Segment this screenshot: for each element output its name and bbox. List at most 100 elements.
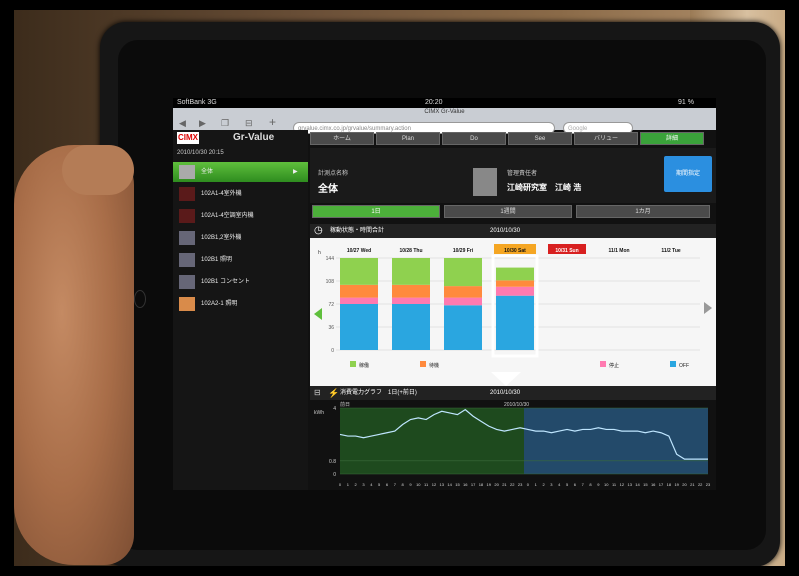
page-title: CIMX Gr-Value	[424, 109, 465, 115]
sidebar-item-102a1-4-indoor[interactable]: 102A1-4空調室内機	[173, 206, 308, 226]
x-tick-label: 13	[627, 482, 632, 487]
y-tick-label: 108	[326, 279, 335, 285]
tabs-icon[interactable]: ❐	[221, 116, 229, 130]
day-label: 10/27 Wed	[347, 248, 371, 254]
sidebar-item-102b1-2-outdoor[interactable]: 102B1,2室外機	[173, 228, 308, 248]
forward-icon[interactable]: ▶	[199, 116, 206, 130]
y-axis-unit: h	[318, 250, 321, 256]
x-tick-label: 20	[494, 482, 499, 487]
legend-label: 停止	[609, 362, 619, 369]
back-icon[interactable]: ◀	[179, 116, 186, 130]
clock: 20:20	[425, 99, 443, 106]
tab-value[interactable]: バリュー	[574, 132, 638, 145]
range-1day[interactable]: 1日	[312, 205, 440, 218]
range-1month[interactable]: 1カ月	[576, 205, 710, 218]
x-tick-label: 21	[690, 482, 695, 487]
x-tick-label: 22	[698, 482, 703, 487]
sidebar-item-102b1-lighting[interactable]: 102B1 照明	[173, 250, 308, 270]
equipment-thumbnail	[179, 297, 195, 311]
tab-do[interactable]: Do	[442, 132, 506, 145]
equipment-thumbnail	[179, 187, 195, 201]
day-label: 11/2 Tue	[661, 248, 681, 254]
x-tick-label: 16	[463, 482, 468, 487]
collapse-icon[interactable]: ⊟	[314, 386, 321, 400]
bar-segment	[340, 284, 378, 298]
day-label: 10/28 Thu	[399, 248, 422, 254]
home-button[interactable]	[134, 290, 146, 308]
avatar	[179, 165, 195, 179]
day-label: 10/31 Sun	[555, 248, 578, 254]
bar-segment	[444, 286, 482, 298]
bar-segment	[392, 258, 430, 285]
thumb	[62, 145, 134, 195]
sidebar-item-label: 102A1-4空調室内機	[201, 213, 254, 219]
range-1week[interactable]: 1週間	[444, 205, 572, 218]
legend-label: OFF	[679, 363, 689, 369]
equipment-thumbnail	[179, 253, 195, 267]
tab-home[interactable]: ホーム	[310, 132, 374, 145]
x-tick-label: 10	[604, 482, 609, 487]
frame-border	[0, 0, 799, 10]
day-label: 11/1 Mon	[608, 248, 629, 254]
x-tick-label: 12	[620, 482, 625, 487]
carrier-label: SoftBank 3G	[177, 99, 217, 106]
x-tick-label: 20	[682, 482, 687, 487]
legend-swatch	[420, 361, 426, 367]
sidebar-item-label: 102A1-4室外機	[201, 191, 242, 197]
status-panel-date: 2010/10/30	[490, 228, 521, 234]
sidebar-item-102a1-4-outdoor[interactable]: 102A1-4室外機	[173, 184, 308, 204]
current-day-label: 2010/10/30	[504, 402, 529, 408]
bar-segment	[340, 304, 378, 350]
sidebar-item-label: 全体	[201, 169, 214, 175]
lightning-icon: ⚡	[328, 388, 340, 398]
equipment-thumbnail	[179, 231, 195, 245]
point-name-value: 全体	[318, 184, 338, 195]
x-tick-label: 21	[502, 482, 507, 487]
bar-segment	[496, 280, 534, 287]
tab-plan[interactable]: Plan	[376, 132, 440, 145]
status-chart: 0 36 72 108 144 h 10/27 Wed 10/28 Thu 10/29 Fri 1…	[310, 238, 716, 386]
period-button[interactable]: 期間指定	[664, 156, 712, 192]
bookmarks-icon[interactable]: ⊟	[245, 116, 253, 130]
bar-segment	[392, 297, 430, 304]
y-tick-label: 0.8	[329, 459, 336, 465]
power-panel-date: 2010/10/30	[490, 390, 521, 396]
tab-detail[interactable]: 詳細	[640, 132, 704, 145]
bar-segment	[444, 297, 482, 306]
sidebar-item-all[interactable]: 全体 ▶	[173, 162, 308, 182]
x-tick-label: 14	[447, 482, 452, 487]
day-label: 10/29 Fri	[453, 248, 474, 254]
sidebar-item-102b1-outlet[interactable]: 102B1 コンセント	[173, 272, 308, 292]
x-tick-label: 13	[440, 482, 445, 487]
frame-border	[0, 0, 14, 576]
x-tick-label: 22	[510, 482, 515, 487]
equipment-thumbnail	[179, 275, 195, 289]
legend-swatch	[350, 361, 356, 367]
x-tick-label: 14	[635, 482, 640, 487]
sidebar-item-label: 102A2-1 照明	[201, 301, 238, 307]
legend-label: 待機	[429, 362, 439, 369]
app-logo: CIMX	[177, 132, 199, 144]
sidebar-item-102a2-1-lighting[interactable]: 102A2-1 照明	[173, 294, 308, 314]
status-panel-title: 稼動状態・時間合計	[330, 228, 385, 234]
prev-day-area	[340, 408, 524, 474]
battery-label: 91 %	[678, 99, 694, 106]
x-tick-label: 17	[471, 482, 476, 487]
bar-segment	[340, 258, 378, 285]
bar-segment	[392, 304, 430, 350]
sidebar: CIMX Gr-Value 2010/10/30 20:15 全体 ▶ 102A…	[173, 130, 308, 490]
manager-label: 管理責任者	[507, 171, 538, 177]
frame-border	[0, 566, 799, 576]
sidebar-item-label: 102B1 コンセント	[201, 279, 251, 285]
bar-segment	[496, 286, 534, 296]
x-tick-label: 18	[667, 482, 672, 487]
y-tick-label: 72	[328, 302, 334, 308]
sidebar-item-label: 102B1 照明	[201, 257, 233, 263]
range-tabs: 1日 1週間 1カ月	[310, 205, 716, 219]
legend-swatch	[600, 361, 606, 367]
legend-label: 稼働	[359, 362, 369, 369]
add-icon[interactable]: +	[269, 115, 276, 129]
bar-segment	[496, 295, 534, 350]
x-tick-label: 23	[518, 482, 523, 487]
tab-see[interactable]: See	[508, 132, 572, 145]
